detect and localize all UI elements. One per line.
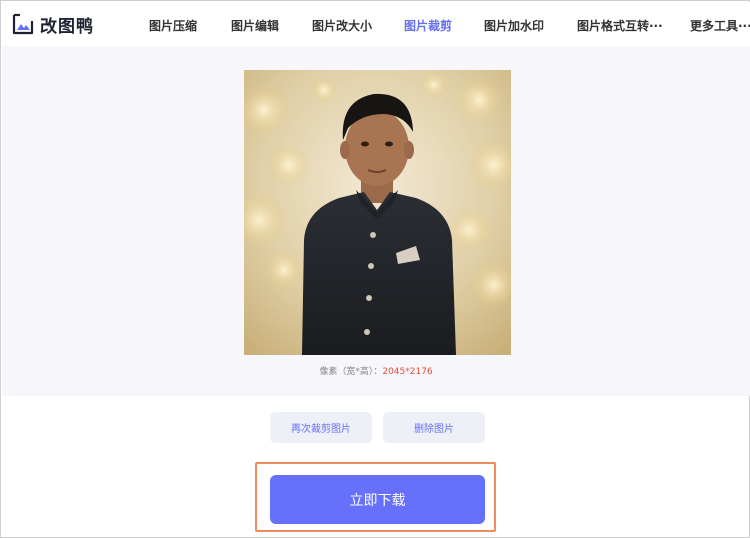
nav-item-watermark[interactable]: 图片加水印 bbox=[484, 17, 544, 34]
preview-image bbox=[244, 70, 511, 355]
nav-item-edit[interactable]: 图片编辑 bbox=[231, 17, 279, 34]
image-dimensions: 像素（宽*高）：2045*2176 bbox=[1, 364, 750, 377]
dimensions-label: 像素（宽*高）： bbox=[319, 367, 383, 377]
logo-icon bbox=[12, 13, 34, 35]
app-window: 改图鸭 图片压缩 图片编辑 图片改大小 图片裁剪 图片加水印 图片格式互转···… bbox=[0, 0, 750, 538]
nav-item-compress[interactable]: 图片压缩 bbox=[149, 17, 197, 34]
nav-item-format-convert[interactable]: 图片格式互转··· bbox=[577, 17, 663, 34]
download-button[interactable]: 立即下载 bbox=[270, 475, 485, 524]
dimensions-value: 2045*2176 bbox=[382, 367, 433, 377]
nav-item-more-tools[interactable]: 更多工具··· bbox=[690, 17, 750, 34]
top-header: 改图鸭 图片压缩 图片编辑 图片改大小 图片裁剪 图片加水印 图片格式互转···… bbox=[2, 2, 750, 46]
nav-item-crop[interactable]: 图片裁剪 bbox=[404, 17, 452, 34]
nav-item-resize[interactable]: 图片改大小 bbox=[312, 17, 372, 34]
brand-name: 改图鸭 bbox=[40, 16, 94, 37]
delete-image-button[interactable]: 删除图片 bbox=[383, 412, 485, 443]
brand-logo[interactable]: 改图鸭 bbox=[12, 12, 94, 37]
recrop-image-button[interactable]: 再次裁剪图片 bbox=[270, 412, 372, 443]
